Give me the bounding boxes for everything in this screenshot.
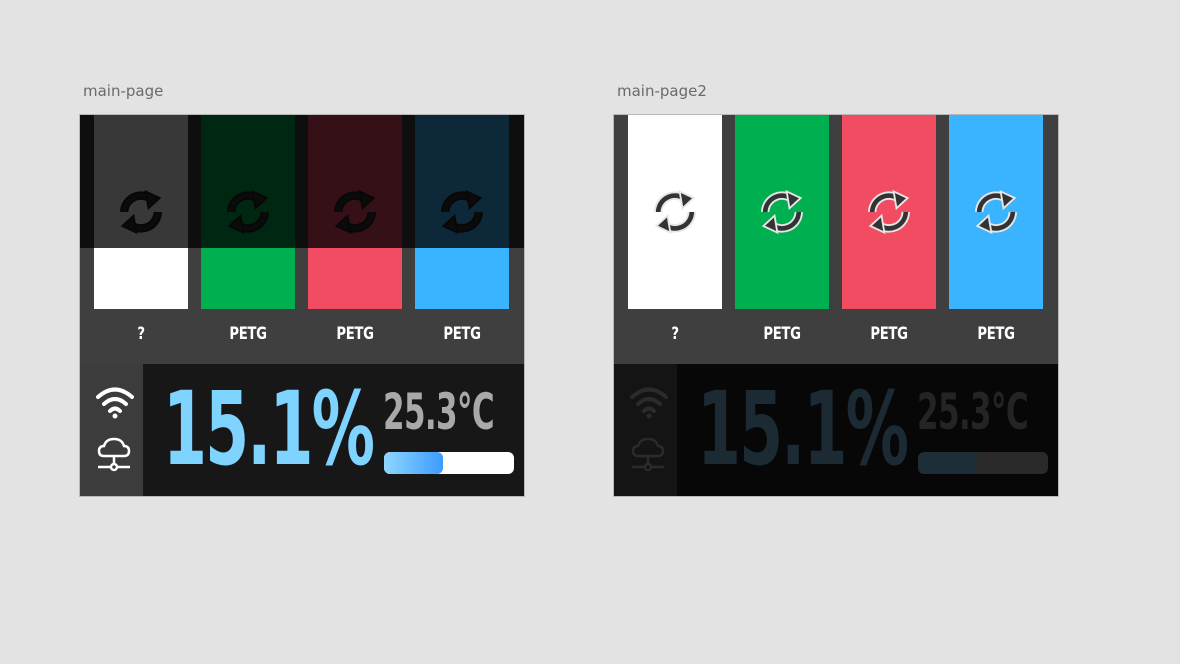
sync-icon[interactable] [647, 184, 703, 240]
artboard-label-main-page2: main-page2 [617, 82, 707, 100]
temperature-readout: 25.3°C [383, 383, 495, 441]
progress-bar-fill [384, 452, 443, 474]
humidity-percent: 15.1% [163, 370, 375, 489]
slot-material-label: PETG [336, 324, 374, 344]
sync-icon[interactable] [861, 184, 917, 240]
slot-material-label: ? [671, 324, 679, 344]
slot-material-label: PETG [870, 324, 908, 344]
wifi-icon [629, 384, 669, 420]
slot-material-label: PETG [229, 324, 267, 344]
progress-bar [918, 452, 1048, 474]
artboard-main-page: ? PETG PETG PETG 15.1% 25.3°C [80, 115, 524, 496]
filament-slot-4[interactable] [949, 115, 1043, 309]
progress-bar-fill [918, 452, 977, 474]
slot-material-label: PETG [977, 324, 1015, 344]
temperature-readout: 25.3°C [917, 383, 1029, 441]
slot-material-label: ? [137, 324, 145, 344]
sync-icon[interactable] [754, 184, 810, 240]
sync-icon[interactable] [968, 184, 1024, 240]
connection-status-column [80, 364, 143, 496]
cloud-network-icon [95, 436, 133, 474]
slot-dim-overlay [80, 115, 524, 248]
humidity-percent: 15.1% [697, 370, 909, 489]
artboard-main-page2: ? PETG PETG PETG 15.1% 25.3°C [614, 115, 1058, 496]
filament-slot-1[interactable] [628, 115, 722, 309]
connection-status-column [614, 364, 677, 496]
progress-bar [384, 452, 514, 474]
wifi-icon [95, 384, 135, 420]
artboard-label-main-page: main-page [83, 82, 164, 100]
status-panel: 15.1% 25.3°C [80, 364, 524, 496]
filament-slot-2[interactable] [735, 115, 829, 309]
slot-material-label: PETG [763, 324, 801, 344]
filament-slot-3[interactable] [842, 115, 936, 309]
slot-material-label: PETG [443, 324, 481, 344]
status-panel: 15.1% 25.3°C [614, 364, 1058, 496]
cloud-network-icon [629, 436, 667, 474]
